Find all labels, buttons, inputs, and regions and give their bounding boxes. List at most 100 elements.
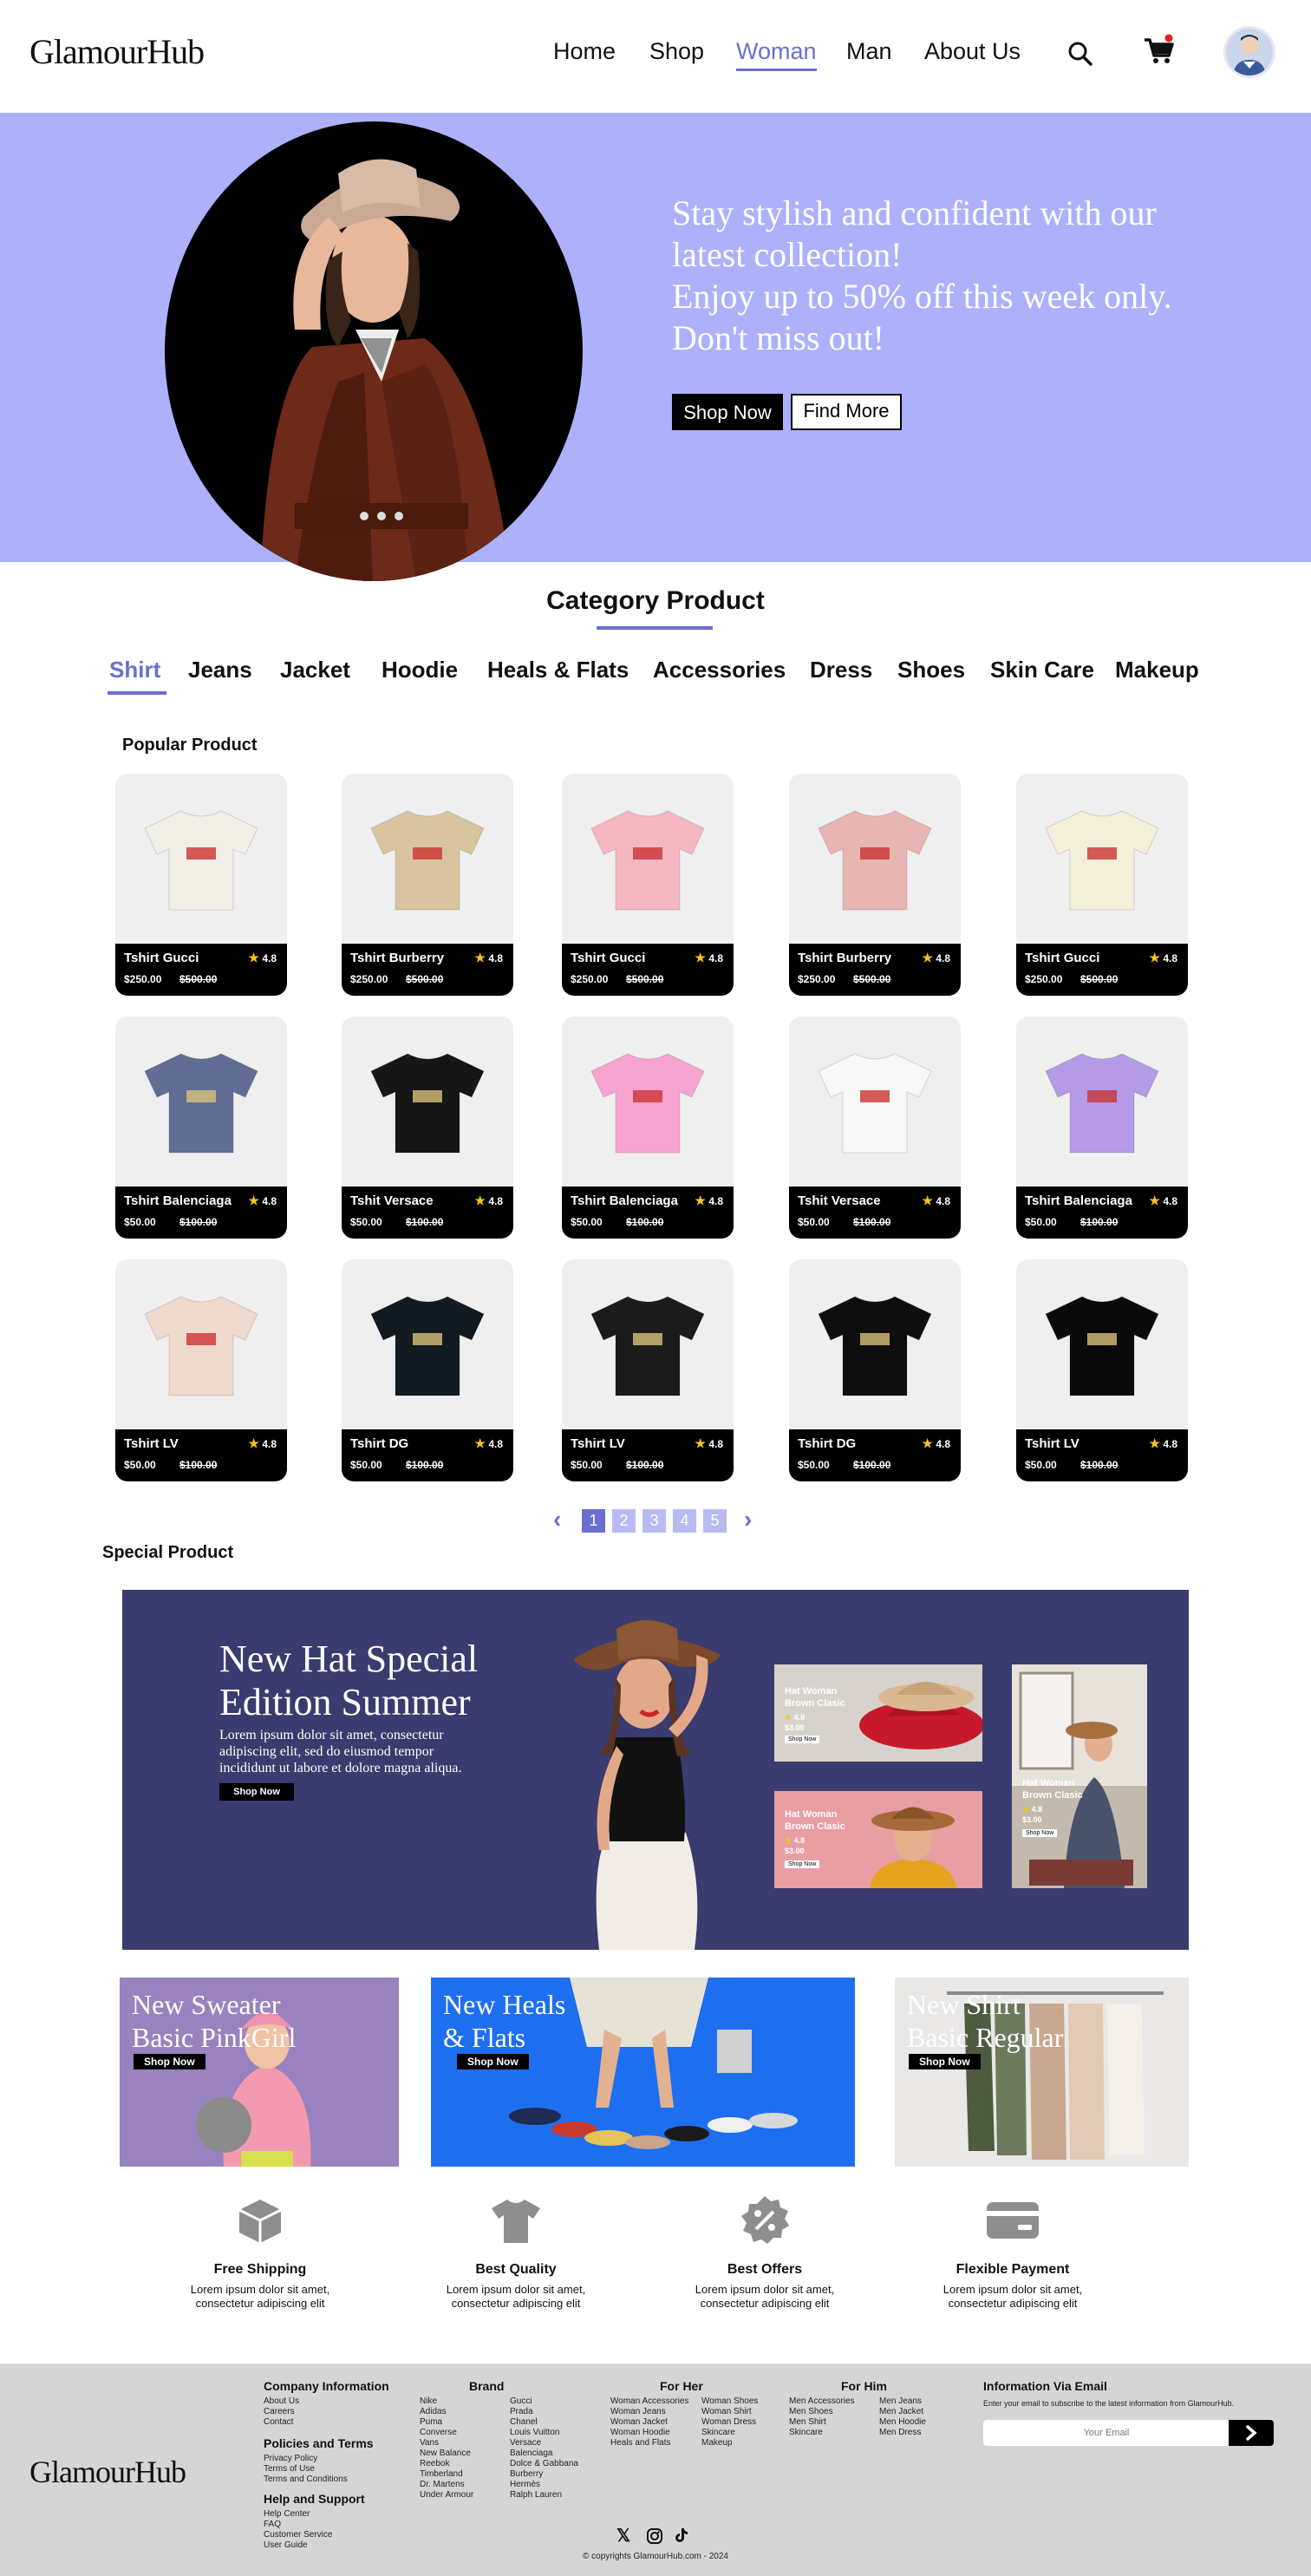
product-image[interactable] — [115, 774, 287, 944]
product-card[interactable]: Tshirt Balenciaga ★ 4.8 $50.00 $100.00 — [562, 1017, 734, 1239]
mini-card-shop-button[interactable]: Shop Now — [1022, 1829, 1058, 1837]
footer-link[interactable]: Nike — [420, 2396, 473, 2407]
footer-link[interactable]: Balenciaga — [510, 2449, 578, 2459]
product-card[interactable]: Tshirt Gucci ★ 4.8 $250.00 $500.00 — [1016, 774, 1188, 996]
footer-link[interactable]: Under Armour — [420, 2490, 473, 2501]
footer-link[interactable]: Vans — [420, 2438, 473, 2449]
footer-link[interactable]: Reebok — [420, 2459, 473, 2469]
footer-link[interactable]: About Us — [264, 2396, 299, 2407]
footer-link[interactable]: Men Accessories — [789, 2396, 855, 2407]
banner-heals-flats[interactable]: New Heals & Flats Shop Now — [431, 1978, 855, 2167]
footer-link[interactable]: Prada — [510, 2407, 578, 2417]
product-image[interactable] — [562, 774, 734, 944]
footer-logo[interactable]: GlamourHub — [29, 2454, 186, 2490]
product-card[interactable]: Tshirt DG ★ 4.8 $50.00 $100.00 — [789, 1259, 961, 1481]
tiktok-icon[interactable] — [675, 2527, 688, 2543]
footer-link[interactable]: Men Dress — [879, 2428, 926, 2438]
banner-heals-shop-button[interactable]: Shop Now — [457, 2054, 529, 2069]
product-card[interactable]: Tshirt Balenciaga ★ 4.8 $50.00 $100.00 — [1016, 1017, 1188, 1239]
footer-link[interactable]: Puma — [420, 2417, 473, 2428]
banner-sweater[interactable]: New Sweater Basic PinkGirl Shop Now — [120, 1978, 399, 2167]
product-card[interactable]: Tshirt LV ★ 4.8 $50.00 $100.00 — [562, 1259, 734, 1481]
tab-shoes[interactable]: Shoes — [897, 657, 965, 683]
product-image[interactable] — [342, 1017, 513, 1187]
nav-home[interactable]: Home — [553, 38, 616, 65]
footer-link[interactable]: Woman Hoodie — [610, 2428, 688, 2438]
footer-link[interactable]: Woman Shirt — [701, 2407, 758, 2417]
product-card[interactable]: Tshit Versace ★ 4.8 $50.00 $100.00 — [342, 1017, 513, 1239]
hero-find-more-button[interactable]: Find More — [791, 394, 902, 430]
footer-link[interactable]: Versace — [510, 2438, 578, 2449]
footer-link[interactable]: Woman Shoes — [701, 2396, 758, 2407]
tab-hoodie[interactable]: Hoodie — [382, 657, 458, 683]
product-image[interactable] — [562, 1259, 734, 1429]
product-image[interactable] — [1016, 774, 1188, 944]
footer-link[interactable]: Louis Vuitton — [510, 2428, 578, 2438]
email-submit-button[interactable] — [1229, 2420, 1274, 2446]
footer-link[interactable]: Hermès — [510, 2480, 578, 2490]
avatar[interactable] — [1223, 26, 1275, 78]
product-image[interactable] — [115, 1017, 287, 1187]
footer-link[interactable]: New Balance — [420, 2449, 473, 2459]
nav-woman[interactable]: Woman — [736, 38, 817, 71]
page-4[interactable]: 4 — [673, 1509, 696, 1533]
footer-link[interactable]: Terms of Use — [264, 2464, 348, 2475]
footer-link[interactable]: Men Jacket — [879, 2407, 926, 2417]
footer-link[interactable]: Adidas — [420, 2407, 473, 2417]
footer-link[interactable]: Men Hoodie — [879, 2417, 926, 2428]
mini-card-hat-2[interactable]: Hat Woman Brown Clasic ★ 4.8 $3.00 Shop N… — [774, 1791, 982, 1888]
product-image[interactable] — [789, 774, 961, 944]
pagination-next-icon[interactable]: › — [744, 1506, 752, 1533]
mini-card-hat-3[interactable]: Hat Woman Brown Clasic ★ 4.8 $3.00 Shop N… — [1012, 1664, 1147, 1888]
footer-link[interactable]: Help Center — [264, 2509, 332, 2520]
product-card[interactable]: Tshirt LV ★ 4.8 $50.00 $100.00 — [115, 1259, 287, 1481]
footer-link[interactable]: FAQ — [264, 2520, 332, 2530]
footer-link[interactable]: Heals and Flats — [610, 2438, 688, 2449]
site-logo[interactable]: GlamourHub — [29, 31, 205, 72]
product-card[interactable]: Tshirt DG ★ 4.8 $50.00 $100.00 — [342, 1259, 513, 1481]
footer-link[interactable]: Men Shoes — [789, 2407, 855, 2417]
footer-link[interactable]: Burberry — [510, 2469, 578, 2480]
footer-link[interactable]: Woman Accessories — [610, 2396, 688, 2407]
tab-jeans[interactable]: Jeans — [188, 657, 252, 683]
nav-about-us[interactable]: About Us — [924, 38, 1021, 65]
footer-link[interactable]: Privacy Policy — [264, 2454, 348, 2464]
mini-card-shop-button[interactable]: Shop Now — [785, 1736, 820, 1743]
banner-sweater-shop-button[interactable]: Shop Now — [134, 2054, 205, 2069]
footer-link[interactable]: Contact — [264, 2417, 299, 2428]
product-card[interactable]: Tshirt Balenciaga ★ 4.8 $50.00 $100.00 — [115, 1017, 287, 1239]
nav-man[interactable]: Man — [846, 38, 892, 65]
tab-skin-care[interactable]: Skin Care — [990, 657, 1094, 683]
page-3[interactable]: 3 — [642, 1509, 666, 1533]
nav-shop[interactable]: Shop — [649, 38, 704, 65]
footer-link[interactable]: Gucci — [510, 2396, 578, 2407]
product-image[interactable] — [789, 1017, 961, 1187]
special-shop-now-button[interactable]: Shop Now — [219, 1783, 294, 1801]
mini-card-hat-1[interactable]: Hat Woman Brown Clasic ★ 4.8 $3.00 Shop N… — [774, 1664, 982, 1762]
footer-link[interactable]: Dr. Martens — [420, 2480, 473, 2490]
footer-link[interactable]: Woman Jeans — [610, 2407, 688, 2417]
product-card[interactable]: Tshit Versace ★ 4.8 $50.00 $100.00 — [789, 1017, 961, 1239]
tab-jacket[interactable]: Jacket — [280, 657, 350, 683]
footer-link[interactable]: Woman Dress — [701, 2417, 758, 2428]
footer-link[interactable]: Skincare — [789, 2428, 855, 2438]
mini-card-shop-button[interactable]: Shop Now — [785, 1860, 820, 1868]
product-image[interactable] — [115, 1259, 287, 1429]
product-image[interactable] — [562, 1017, 734, 1187]
product-image[interactable] — [1016, 1259, 1188, 1429]
banner-shirt[interactable]: New Shirt Basic Regular Shop Now — [895, 1978, 1189, 2167]
product-image[interactable] — [789, 1259, 961, 1429]
page-1[interactable]: 1 — [582, 1509, 605, 1533]
product-image[interactable] — [342, 1259, 513, 1429]
x-icon[interactable]: 𝕏 — [616, 2525, 630, 2547]
footer-link[interactable]: Terms and Conditions — [264, 2475, 348, 2485]
footer-link[interactable]: Timberland — [420, 2469, 473, 2480]
tab-heals-flats[interactable]: Heals & Flats — [487, 657, 629, 683]
footer-link[interactable]: Dolce & Gabbana — [510, 2459, 578, 2469]
tab-makeup[interactable]: Makeup — [1115, 657, 1199, 683]
product-image[interactable] — [1016, 1017, 1188, 1187]
pagination-prev-icon[interactable]: ‹ — [553, 1506, 561, 1533]
footer-link[interactable]: Ralph Lauren — [510, 2490, 578, 2501]
footer-link[interactable]: Chanel — [510, 2417, 578, 2428]
tab-shirt[interactable]: Shirt — [109, 657, 160, 683]
